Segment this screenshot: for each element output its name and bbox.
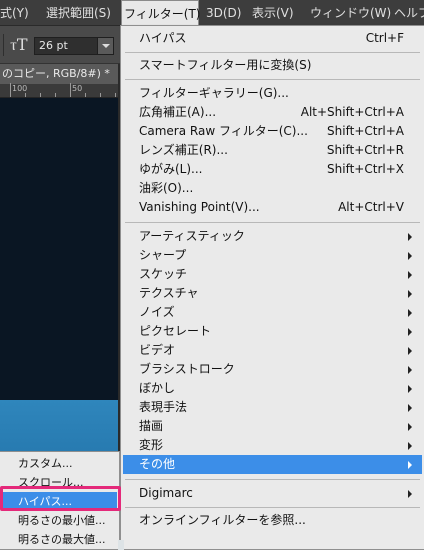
menu-item-pixelate[interactable]: ピクセレート <box>123 322 422 341</box>
submenu-arrow-icon <box>408 461 412 469</box>
menu-item-convert-smart-filter[interactable]: スマートフィルター用に変換(S) <box>123 56 422 75</box>
menu-help[interactable]: ヘルプ <box>392 0 424 26</box>
menu-item-noise[interactable]: ノイズ <box>123 303 422 322</box>
font-size-icon: ⲧT <box>10 35 28 54</box>
menu-item-camera-raw[interactable]: Camera Raw フィルター(C)... Shift+Ctrl+A <box>123 122 422 141</box>
options-divider <box>3 34 4 56</box>
menu-item-video[interactable]: ビデオ <box>123 341 422 360</box>
submenu-arrow-icon <box>408 271 412 279</box>
menu-image[interactable]: 式(Y) <box>0 0 31 26</box>
menu-item-lens-correction[interactable]: レンズ補正(R)... Shift+Ctrl+R <box>123 141 422 160</box>
menu-item-oil-paint[interactable]: 油彩(O)... <box>123 179 422 198</box>
submenu-arrow-icon <box>408 404 412 412</box>
menu-item-adaptive-wide-angle[interactable]: 広角補正(A)... Alt+Shift+Ctrl+A <box>123 103 422 122</box>
menu-item-sketch[interactable]: スケッチ <box>123 265 422 284</box>
submenu-arrow-icon <box>408 423 412 431</box>
menu-filter[interactable]: フィルター(T) <box>121 0 200 26</box>
font-size-field[interactable]: 26 pt <box>34 37 114 55</box>
submenu-item-minimum[interactable]: 明るさの最小値... <box>2 511 117 530</box>
submenu-item-high-pass[interactable]: ハイパス... <box>2 492 117 511</box>
submenu-arrow-icon <box>408 490 412 498</box>
menu-item-brush-strokes[interactable]: ブラシストローク <box>123 360 422 379</box>
submenu-arrow-icon <box>408 385 412 393</box>
menu-item-last-filter[interactable]: ハイパス Ctrl+F <box>123 29 422 48</box>
canvas-area[interactable] <box>0 98 118 400</box>
submenu-item-maximum[interactable]: 明るさの最大値... <box>2 530 117 549</box>
menu-item-artistic[interactable]: アーティスティック <box>123 227 422 246</box>
submenu-item-offset[interactable]: スクロール... <box>2 473 117 492</box>
menu-item-liquify[interactable]: ゆがみ(L)... Shift+Ctrl+X <box>123 160 422 179</box>
menu-item-render[interactable]: 描画 <box>123 417 422 436</box>
submenu-item-custom[interactable]: カスタム... <box>2 454 117 473</box>
menu-3d[interactable]: 3D(D) <box>204 0 243 26</box>
font-size-value: 26 pt <box>39 39 68 52</box>
filter-menu: ハイパス Ctrl+F スマートフィルター用に変換(S) フィルターギャラリー(… <box>120 25 424 550</box>
menu-select[interactable]: 選択範囲(S) <box>44 0 113 26</box>
submenu-arrow-icon <box>408 252 412 260</box>
submenu-arrow-icon <box>408 309 412 317</box>
menu-item-distort[interactable]: 変形 <box>123 436 422 455</box>
menu-item-blur[interactable]: ぼかし <box>123 379 422 398</box>
menu-item-filter-gallery[interactable]: フィルターギャラリー(G)... <box>123 84 422 103</box>
menu-item-other[interactable]: その他 <box>123 455 422 474</box>
submenu-arrow-icon <box>408 347 412 355</box>
menu-divider <box>125 222 420 223</box>
ruler-number: 50 <box>72 84 83 93</box>
menu-item-vanishing-point[interactable]: Vanishing Point(V)... Alt+Ctrl+V <box>123 198 422 217</box>
horizontal-ruler: 100 50 <box>0 83 118 98</box>
submenu-arrow-icon <box>408 328 412 336</box>
other-submenu: カスタム... スクロール... ハイパス... 明るさの最小値... 明るさの… <box>0 451 120 550</box>
menu-view[interactable]: 表示(V) <box>250 0 296 26</box>
photo-detail <box>118 540 124 550</box>
ruler-number: 100 <box>12 84 28 93</box>
chevron-down-icon[interactable] <box>97 38 113 54</box>
submenu-arrow-icon <box>408 366 412 374</box>
menu-window[interactable]: ウィンドウ(W) <box>308 0 393 26</box>
document-tab[interactable]: のコピー, RGB/8#) * <box>0 64 118 84</box>
menu-item-sharpen[interactable]: シャープ <box>123 246 422 265</box>
menu-divider <box>125 479 420 480</box>
submenu-arrow-icon <box>408 233 412 241</box>
menu-item-stylize[interactable]: 表現手法 <box>123 398 422 417</box>
menu-bar: 式(Y) 選択範囲(S) フィルター(T) 3D(D) 表示(V) ウィンドウ(… <box>0 0 424 26</box>
menu-item-browse-online[interactable]: オンラインフィルターを参照... <box>123 511 422 530</box>
submenu-arrow-icon <box>408 442 412 450</box>
menu-divider <box>125 507 420 508</box>
menu-item-digimarc[interactable]: Digimarc <box>123 484 422 503</box>
menu-item-texture[interactable]: テクスチャ <box>123 284 422 303</box>
menu-divider <box>125 52 420 53</box>
menu-divider <box>125 79 420 80</box>
submenu-arrow-icon <box>408 290 412 298</box>
